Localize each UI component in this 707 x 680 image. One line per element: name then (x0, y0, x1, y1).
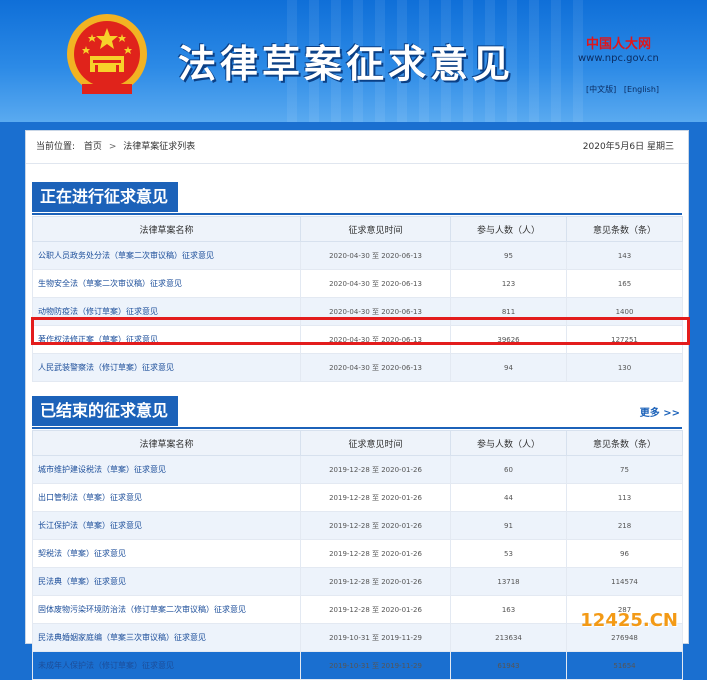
ongoing-section-title: 正在进行征求意见 (32, 182, 179, 212)
table-header-row: 法律草案名称 征求意见时间 参与人数（人） 意见条数（条） (32, 430, 683, 456)
ended-section-title: 已结束的征求意见 (32, 396, 179, 426)
table-row[interactable]: 契税法（草案）征求意见 2019-12-28 至 2020-01-26 53 9… (32, 539, 683, 568)
law-name-link[interactable]: 动物防疫法（修订草案）征求意见 (32, 297, 301, 326)
participants-cell: 53 (450, 539, 567, 568)
period-cell: 2020-04-30 至 2020-06-13 (300, 297, 451, 326)
main-panel: 当前位置: 首页 > 法律草案征求列表 2020年5月6日 星期三 正在进行征求… (25, 130, 690, 680)
table-row[interactable]: 民法典（草案）征求意见 2019-12-28 至 2020-01-26 1371… (32, 567, 683, 596)
opinions-cell: 130 (566, 353, 683, 382)
participants-cell: 39626 (450, 325, 567, 354)
opinions-cell: 218 (566, 511, 683, 540)
col-opinions: 意见条数（条） (566, 430, 683, 456)
table-header-row: 法律草案名称 征求意见时间 参与人数（人） 意见条数（条） (32, 216, 683, 242)
period-cell: 2019-12-28 至 2020-01-26 (300, 455, 451, 484)
breadcrumb: 当前位置: 首页 > 法律草案征求列表 2020年5月6日 星期三 (26, 131, 688, 164)
col-period: 征求意见时间 (300, 216, 451, 242)
period-cell: 2019-10-31 至 2019-11-29 (300, 651, 451, 680)
more-link[interactable]: 更多 >> (640, 404, 680, 419)
participants-cell: 13718 (450, 567, 567, 596)
col-law-name: 法律草案名称 (32, 216, 301, 242)
page-title: 法律草案征求意见 (178, 41, 515, 86)
breadcrumb-current: 法律草案征求列表 (123, 142, 196, 152)
col-period: 征求意见时间 (300, 430, 451, 456)
law-name-link[interactable]: 未成年人保护法（修订草案）征求意见 (32, 651, 301, 680)
lang-chinese-link[interactable]: [中文版] (586, 85, 616, 94)
period-cell: 2019-12-28 至 2020-01-26 (300, 511, 451, 540)
opinions-cell: 113 (566, 483, 683, 512)
participants-cell: 213634 (450, 623, 567, 652)
table-row[interactable]: 城市维护建设税法（草案）征求意见 2019-12-28 至 2020-01-26… (32, 455, 683, 484)
participants-cell: 811 (450, 297, 567, 326)
opinions-cell: 127251 (566, 325, 683, 354)
period-cell: 2019-12-28 至 2020-01-26 (300, 483, 451, 512)
ongoing-section-header: 正在进行征求意见 (26, 182, 688, 215)
table-row[interactable]: 出口管制法（草案）征求意见 2019-12-28 至 2020-01-26 44… (32, 483, 683, 512)
period-cell: 2019-12-28 至 2020-01-26 (300, 539, 451, 568)
breadcrumb-prefix: 当前位置: (36, 142, 76, 152)
section-divider (32, 427, 682, 429)
participants-cell: 94 (450, 353, 567, 382)
law-name-link[interactable]: 人民武装警察法（修订草案）征求意见 (32, 353, 301, 382)
breadcrumb-home-link[interactable]: 首页 (84, 142, 102, 152)
section-divider (32, 213, 682, 215)
law-name-link[interactable]: 生物安全法（草案二次审议稿）征求意见 (32, 269, 301, 298)
participants-cell: 61943 (450, 651, 567, 680)
ongoing-table: 法律草案名称 征求意见时间 参与人数（人） 意见条数（条） 公职人员政务处分法（… (32, 216, 683, 382)
law-name-link[interactable]: 出口管制法（草案）征求意见 (32, 483, 301, 512)
table-row[interactable]: 公职人员政务处分法（草案二次审议稿）征求意见 2020-04-30 至 2020… (32, 241, 683, 270)
col-opinions: 意见条数（条） (566, 216, 683, 242)
col-law-name: 法律草案名称 (32, 430, 301, 456)
col-participants: 参与人数（人） (450, 430, 567, 456)
opinions-cell: 143 (566, 241, 683, 270)
npc-url-link[interactable]: www.npc.gov.cn (578, 53, 659, 64)
site-watermark: 12425.CN (580, 610, 678, 631)
npc-logo-text[interactable]: 中国人大网 (586, 33, 651, 52)
participants-cell: 60 (450, 455, 567, 484)
law-name-link[interactable]: 城市维护建设税法（草案）征求意见 (32, 455, 301, 484)
ended-table: 法律草案名称 征求意见时间 参与人数（人） 意见条数（条） 城市维护建设税法（草… (32, 430, 683, 680)
table-row[interactable]: 长江保护法（草案）征求意见 2019-12-28 至 2020-01-26 91… (32, 511, 683, 540)
law-name-link[interactable]: 契税法（草案）征求意见 (32, 539, 301, 568)
law-name-link[interactable]: 著作权法修正案（草案）征求意见 (32, 325, 301, 354)
site-header: 法律草案征求意见 中国人大网 www.npc.gov.cn [中文版] [Eng… (0, 0, 707, 122)
law-name-link[interactable]: 长江保护法（草案）征求意见 (32, 511, 301, 540)
lang-english-link[interactable]: [English] (624, 85, 659, 94)
col-participants: 参与人数（人） (450, 216, 567, 242)
language-switcher: [中文版] [English] (586, 84, 659, 95)
participants-cell: 95 (450, 241, 567, 270)
opinions-cell: 75 (566, 455, 683, 484)
period-cell: 2020-04-30 至 2020-06-13 (300, 353, 451, 382)
table-row[interactable]: 未成年人保护法（修订草案）征求意见 2019-10-31 至 2019-11-2… (32, 651, 683, 680)
period-cell: 2019-12-28 至 2020-01-26 (300, 595, 451, 624)
period-cell: 2020-04-30 至 2020-06-13 (300, 241, 451, 270)
table-row[interactable]: 著作权法修正案（草案）征求意见 2020-04-30 至 2020-06-13 … (32, 325, 683, 354)
participants-cell: 123 (450, 269, 567, 298)
law-name-link[interactable]: 固体废物污染环境防治法（修订草案二次审议稿）征求意见 (32, 595, 301, 624)
period-cell: 2020-04-30 至 2020-06-13 (300, 269, 451, 298)
opinions-cell: 51654 (566, 651, 683, 680)
table-row[interactable]: 生物安全法（草案二次审议稿）征求意见 2020-04-30 至 2020-06-… (32, 269, 683, 298)
period-cell: 2019-10-31 至 2019-11-29 (300, 623, 451, 652)
ended-table-wrap: 法律草案名称 征求意见时间 参与人数（人） 意见条数（条） 城市维护建设税法（草… (26, 430, 688, 680)
table-row[interactable]: 动物防疫法（修订草案）征求意见 2020-04-30 至 2020-06-13 … (32, 297, 683, 326)
ongoing-table-wrap: 法律草案名称 征求意见时间 参与人数（人） 意见条数（条） 公职人员政务处分法（… (26, 216, 690, 382)
opinions-cell: 165 (566, 269, 683, 298)
current-date: 2020年5月6日 星期三 (582, 142, 674, 152)
law-name-link[interactable]: 民法典（草案）征求意见 (32, 567, 301, 596)
participants-cell: 163 (450, 595, 567, 624)
opinions-cell: 1400 (566, 297, 683, 326)
period-cell: 2020-04-30 至 2020-06-13 (300, 325, 451, 354)
participants-cell: 44 (450, 483, 567, 512)
opinions-cell: 114574 (566, 567, 683, 596)
period-cell: 2019-12-28 至 2020-01-26 (300, 567, 451, 596)
ended-section-header: 已结束的征求意见 更多 >> (26, 396, 688, 429)
table-row[interactable]: 人民武装警察法（修订草案）征求意见 2020-04-30 至 2020-06-1… (32, 353, 683, 382)
law-name-link[interactable]: 公职人员政务处分法（草案二次审议稿）征求意见 (32, 241, 301, 270)
opinions-cell: 96 (566, 539, 683, 568)
national-emblem-icon (67, 14, 147, 94)
participants-cell: 91 (450, 511, 567, 540)
law-name-link[interactable]: 民法典婚姻家庭编（草案三次审议稿）征求意见 (32, 623, 301, 652)
breadcrumb-separator: > (108, 142, 117, 152)
